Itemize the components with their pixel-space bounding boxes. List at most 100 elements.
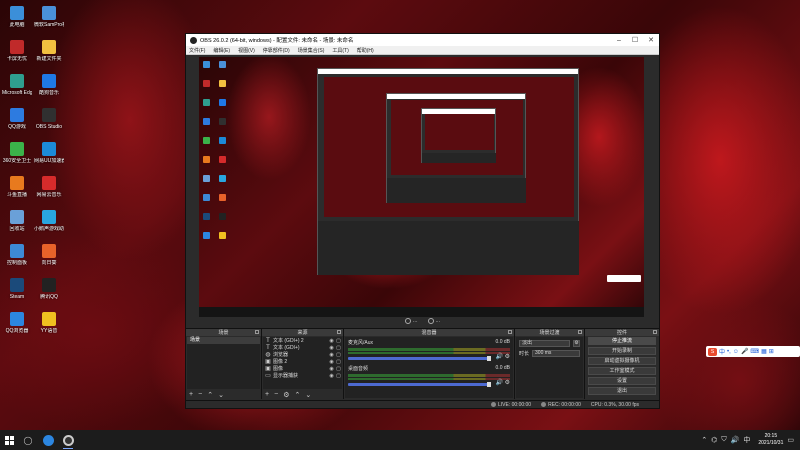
source-item[interactable]: T 文本 (GDI+) ◉ ▢ [263, 344, 342, 352]
lock-icon[interactable]: ▢ [335, 359, 342, 365]
keyboard-icon[interactable]: ⌨ [750, 348, 759, 355]
desktop-icon[interactable]: 此电脑 [2, 6, 32, 40]
clock[interactable]: 20:15 2021/10/31 [758, 433, 783, 447]
gear-icon[interactable]: ⚙ [573, 340, 580, 347]
punctuation-icon[interactable]: •, [727, 349, 731, 355]
taskbar-app-obs[interactable] [58, 430, 78, 450]
menu-tools[interactable]: 工具(T) [332, 47, 348, 54]
notification-icon[interactable]: ▭ [787, 436, 794, 444]
undock-icon[interactable] [653, 330, 657, 334]
desktop-icon[interactable]: QQ浏览器 [2, 312, 32, 346]
shield-icon[interactable]: ⛉ [721, 436, 726, 444]
chevron-down-icon[interactable]: ⌄ [218, 391, 224, 399]
undock-icon[interactable] [508, 330, 512, 334]
slider-knob[interactable] [487, 382, 491, 387]
menu-edit[interactable]: 编辑(E) [213, 47, 230, 54]
taskbar-app-qq-browser[interactable] [38, 430, 58, 450]
ime-indicator-icon[interactable]: 中 [743, 435, 750, 445]
desktop-icon[interactable]: Microsoft Edge [2, 74, 32, 108]
start-button[interactable] [0, 430, 18, 450]
undock-icon[interactable] [578, 330, 582, 334]
eye-icon[interactable]: ◉ [328, 366, 335, 372]
desktop-icon[interactable]: 网易云音乐 [34, 176, 64, 210]
desktop-icon[interactable]: 小鹅声游戏助手 [34, 210, 64, 244]
menu-docks[interactable]: 停靠部件(D) [263, 47, 290, 54]
source-item[interactable]: ▣ 图像 ◉ ▢ [263, 365, 342, 373]
sogou-logo-icon[interactable]: S [708, 347, 717, 356]
source-item[interactable]: ▭ 显示器捕获 ◉ ▢ [263, 372, 342, 380]
eye-icon[interactable]: ◉ [328, 373, 335, 379]
speaker-icon[interactable]: 🔊 [495, 380, 502, 386]
record-toggle[interactable]: ... [427, 318, 440, 324]
desktop-icon[interactable]: 卡屏无忧 [2, 40, 32, 74]
desktop-icon[interactable]: QQ游戏 [2, 108, 32, 142]
volume-icon[interactable]: 🔊 [731, 436, 740, 444]
chevron-down-icon[interactable]: ⌄ [305, 391, 311, 399]
slider-knob[interactable] [487, 356, 491, 361]
speaker-icon[interactable]: 🔊 [495, 354, 502, 360]
desktop-icon[interactable]: 微软SamPro机器 [34, 6, 64, 40]
desktop-icon[interactable]: 腾讯QQ [34, 278, 64, 312]
studio-mode-button[interactable]: 工作室模式 [588, 367, 656, 375]
preview-canvas[interactable] [199, 57, 644, 317]
desktop-icon[interactable]: 斗鱼直播 [2, 176, 32, 210]
emoji-icon[interactable]: ☺ [733, 349, 739, 355]
undock-icon[interactable] [337, 330, 341, 334]
desktop-icon[interactable]: 新建文件夹 [34, 40, 64, 74]
start-virtual-camera-button[interactable]: 启动虚拟摄像机 [588, 357, 656, 365]
source-item[interactable]: ◍ 浏览器 ◉ ▢ [263, 351, 342, 359]
scene-item[interactable]: 场景 [187, 337, 260, 344]
taskbar-app-search[interactable]: ◯ [18, 430, 38, 450]
menu-file[interactable]: 文件(F) [189, 47, 205, 54]
desktop-icon[interactable]: OBS Studio [34, 108, 64, 142]
source-item[interactable]: ▣ 图像 2 ◉ ▢ [263, 358, 342, 366]
settings-button[interactable]: 设置 [588, 377, 656, 385]
network-icon[interactable]: ⌬ [711, 436, 717, 444]
desktop-icon[interactable]: 控制面板 [2, 244, 32, 278]
source-item[interactable]: T 文本 (GDI+) 2 ◉ ▢ [263, 337, 342, 345]
desktop-icon[interactable]: YY语音 [34, 312, 64, 346]
lock-icon[interactable]: ▢ [335, 338, 342, 344]
remove-icon[interactable]: − [198, 391, 202, 398]
ime-language[interactable]: 中 [719, 347, 725, 356]
lock-icon[interactable]: ▢ [335, 373, 342, 379]
close-button[interactable]: ✕ [643, 36, 659, 44]
remove-icon[interactable]: − [274, 391, 278, 398]
transition-select[interactable]: 淡出 [519, 340, 570, 347]
volume-slider[interactable] [348, 382, 491, 387]
desktop-icon[interactable]: 酷狗音乐 [34, 74, 64, 108]
desktop-icon[interactable]: 360安全卫士 [2, 142, 32, 176]
stop-streaming-button[interactable]: 停止推流 [588, 337, 656, 345]
gear-icon[interactable]: ⚙ [505, 354, 510, 360]
undock-icon[interactable] [255, 330, 259, 334]
gear-icon[interactable]: ⚙ [283, 391, 289, 399]
add-icon[interactable]: + [189, 391, 193, 398]
microphone-icon[interactable]: 🎤 [741, 348, 748, 355]
volume-slider[interactable] [348, 356, 491, 361]
studio-mode-toggle[interactable]: ... [404, 318, 418, 324]
desktop-icon[interactable]: Steam [2, 278, 32, 312]
chevron-up-icon[interactable]: ⌃ [701, 436, 707, 444]
eye-icon[interactable]: ◉ [328, 338, 335, 344]
chevron-up-icon[interactable]: ⌃ [207, 391, 213, 399]
desktop-icon[interactable]: 向日葵 [34, 244, 64, 278]
gear-icon[interactable]: ⚙ [505, 380, 510, 386]
maximize-button[interactable]: ☐ [627, 36, 643, 44]
eye-icon[interactable]: ◉ [328, 352, 335, 358]
eye-icon[interactable]: ◉ [328, 359, 335, 365]
desktop-icon[interactable]: 网易UU加速器 [34, 142, 64, 176]
menu-help[interactable]: 帮助(H) [357, 47, 374, 54]
desktop-icon[interactable]: 回收站 [2, 210, 32, 244]
lock-icon[interactable]: ▢ [335, 352, 342, 358]
toolbox-icon[interactable]: ⊞ [769, 348, 774, 355]
menu-scene-collection[interactable]: 场景集合(S) [298, 47, 325, 54]
minimize-button[interactable]: – [611, 37, 627, 44]
eye-icon[interactable]: ◉ [328, 345, 335, 351]
add-icon[interactable]: + [265, 391, 269, 398]
duration-input[interactable]: 300 ms [532, 350, 580, 357]
skin-icon[interactable]: ▦ [761, 348, 767, 355]
lock-icon[interactable]: ▢ [335, 345, 342, 351]
exit-button[interactable]: 退出 [588, 387, 656, 395]
lock-icon[interactable]: ▢ [335, 366, 342, 372]
start-recording-button[interactable]: 开始录制 [588, 347, 656, 355]
